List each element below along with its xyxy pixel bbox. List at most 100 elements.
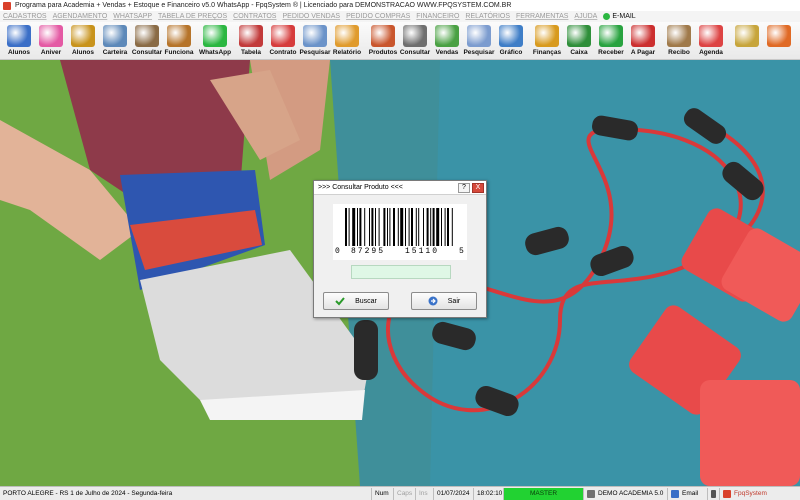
search-button[interactable]: Buscar [323,292,389,310]
receipt-icon [667,25,691,47]
toolbar-button-relat-rio[interactable]: Relatório [331,22,363,60]
email-icon [671,489,679,498]
barcode-digits-right: 15110 [405,247,440,256]
coins-icon [735,25,759,47]
menu-pedido-vendas[interactable]: PEDIDO VENDAS [282,13,340,20]
dialog-title-bar: >>> Consultar Produto <<< ? X [314,181,486,195]
students-gold-icon [71,25,95,47]
menu-financeiro[interactable]: FINANCEIRO [416,13,459,20]
whatsapp-icon [203,25,227,47]
barcode-reader-icon [403,25,427,47]
toolbar-button-produtos[interactable]: Produtos [367,22,399,60]
menu-email-label: E-MAIL [612,13,636,20]
toolbar-button-carteira[interactable]: Carteira [99,22,131,60]
finance-icon [535,25,559,47]
toolbar-button-label: Finanças [532,49,562,56]
fpq-logo-icon [723,489,731,498]
toolbar-button-label: Tabela [240,49,262,56]
status-date: 01/07/2024 [434,487,474,500]
toolbar-button-tabela[interactable]: Tabela [235,22,267,60]
menu-contratos[interactable]: CONTRATOS [233,13,276,20]
toolbar-button-label: Alunos [71,49,95,56]
toolbar-button-pesquisar[interactable]: Pesquisar [463,22,495,60]
search-document-icon [303,25,327,47]
toolbar-button-label: Consultar [131,49,163,56]
status-master: MASTER [504,487,584,500]
toolbar-button-label: Agenda [699,49,723,56]
products-icon [371,25,395,47]
toolbar-button-pesquisar[interactable]: Pesquisar [299,22,331,60]
toolbar-button-consultar[interactable]: Consultar [399,22,431,60]
status-print[interactable] [708,487,720,500]
status-time: 18:02:10 [474,487,504,500]
toolbar-button-finan-as[interactable]: Finanças [531,22,563,60]
computer-icon [587,489,595,498]
report-icon [335,25,359,47]
toolbar-button-gr-fico[interactable]: Gráfico [495,22,527,60]
status-brand-label: FpqSystem [734,490,767,497]
toolbar: Alunos Aniver Alunos Carteira Consultar Funci… [0,22,800,60]
status-demo: DEMO ACADEMIA 5.0 [584,487,668,500]
toolbar-button-exit[interactable] [763,22,795,60]
pay-money-icon [631,25,655,47]
id-search-icon [135,25,159,47]
whatsapp-icon [603,13,611,20]
menu-email[interactable]: E-MAIL [603,13,636,20]
menu-pedido-compras[interactable]: PEDIDO COMPRAS [346,13,410,20]
toolbar-button-recibo[interactable]: Recibo [663,22,695,60]
toolbar-button-label: Relatório [332,49,362,56]
employees-icon [167,25,191,47]
status-num: Num [372,487,394,500]
barcode-input[interactable] [351,265,451,279]
toolbar-button-label: A Pagar [630,49,656,56]
barcode-digits-left: 87295 [351,247,386,256]
toolbar-button-vendas[interactable]: Vendas [431,22,463,60]
toolbar-button-alunos[interactable]: Alunos [67,22,99,60]
status-bar: PORTO ALEGRE - RS 1 de Julho de 2024 - S… [0,486,800,500]
toolbar-button-label: Alunos [7,49,31,56]
id-card-icon [103,25,127,47]
toolbar-button-label: Pesquisar [463,49,495,56]
status-brand: FpqSystem [720,488,780,500]
menu-whatsapp[interactable]: WHATSAPP [113,13,152,20]
close-button[interactable]: X [472,182,484,193]
chart-icon [499,25,523,47]
status-ins: Ins [416,487,434,500]
toolbar-button-caixa[interactable]: Caixa [563,22,595,60]
menu-tabela-precos[interactable]: TABELA DE PREÇOS [158,13,227,20]
price-table-icon [239,25,263,47]
contract-icon [271,25,295,47]
shopping-cart-icon [435,25,459,47]
menu-ferramentas[interactable]: FERRAMENTAS [516,13,568,20]
toolbar-button-label: Gráfico [499,49,523,56]
toolbar-button-label: Caixa [570,49,588,56]
menu-agendamento[interactable]: AGENDAMENTO [53,13,108,20]
toolbar-button-agenda[interactable]: Agenda [695,22,727,60]
consultar-produto-dialog: >>> Consultar Produto <<< ? X 0 87295 15… [313,180,487,318]
toolbar-button-label: Funciona [164,49,194,56]
menu-relatorios[interactable]: RELATÓRIOS [465,13,510,20]
status-caps: Caps [394,487,416,500]
toolbar-button-label: Contrato [269,49,297,56]
toolbar-button-consultar[interactable]: Consultar [131,22,163,60]
toolbar-button-funciona[interactable]: Funciona [163,22,195,60]
calendar-icon [699,25,723,47]
toolbar-button-whatsapp[interactable]: WhatsApp [199,22,231,60]
menu-ajuda[interactable]: AJUDA [574,13,597,20]
menu-cadastros[interactable]: CADASTROS [3,13,47,20]
exit-button[interactable]: Sair [411,292,477,310]
barcode-image: 0 87295 15110 5 [333,204,467,260]
toolbar-button-a-pagar[interactable]: A Pagar [627,22,659,60]
toolbar-button-receber[interactable]: Receber [595,22,627,60]
help-button[interactable]: ? [458,182,470,193]
toolbar-button-alunos[interactable]: Alunos [3,22,35,60]
status-demo-label: DEMO ACADEMIA 5.0 [598,490,664,497]
status-email[interactable]: Email [668,487,708,500]
toolbar-button-aniver[interactable]: Aniver [35,22,67,60]
search-button-label: Buscar [355,297,377,305]
toolbar-button-contrato[interactable]: Contrato [267,22,299,60]
exit-arrow-icon [428,296,438,306]
cash-register-icon [567,25,591,47]
toolbar-button-label: Receber [598,49,624,56]
toolbar-button-coins[interactable] [731,22,763,60]
